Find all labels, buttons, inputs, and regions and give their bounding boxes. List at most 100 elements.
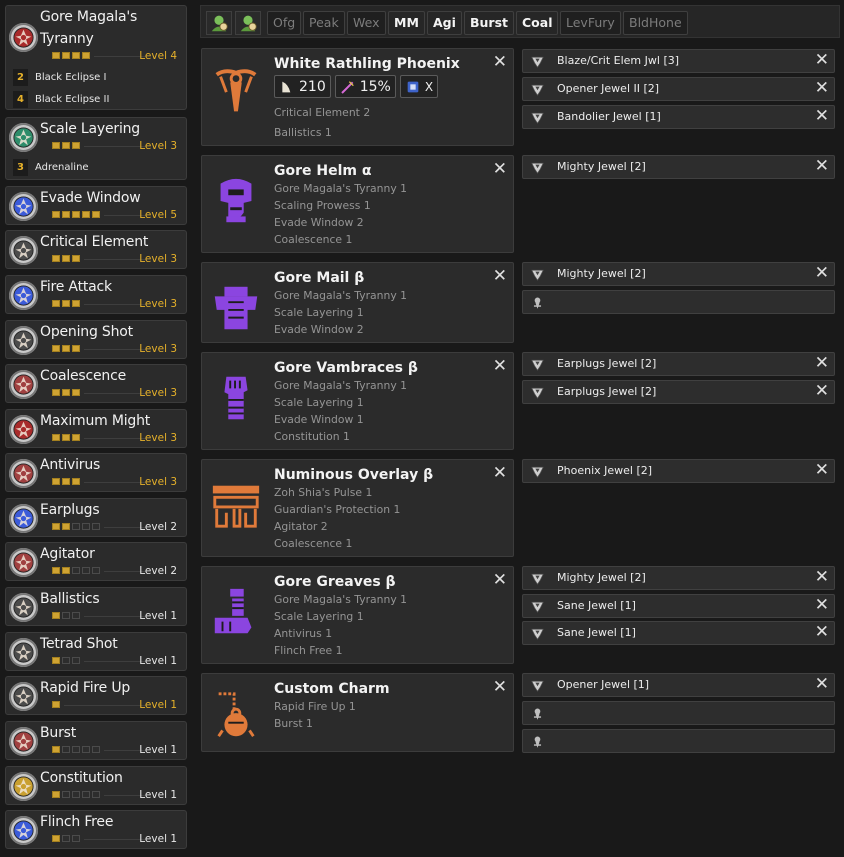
pip-filled (92, 211, 100, 218)
opening-shot-icon (9, 326, 38, 355)
decoration-slot[interactable]: Blaze/Crit Elem Jwl [3] ✕ (522, 49, 835, 73)
equipment-card-gore-vambraces[interactable]: Gore Vambraces β ✕ Gore Magala's Tyranny 1… (201, 352, 514, 450)
decoration-slot[interactable]: Sane Jewel [1] ✕ (522, 621, 835, 645)
skill-card-antivirus[interactable]: Antivirus Level 3 (5, 453, 187, 492)
decoration-slot[interactable]: Opener Jewel II [2] ✕ (522, 77, 835, 101)
defense-bonus-stat: X (399, 75, 439, 98)
remove-decoration-button[interactable]: ✕ (815, 50, 829, 70)
remove-decoration-button[interactable]: ✕ (815, 156, 829, 176)
equipment-skill: Gore Magala's Tyranny 1 (274, 182, 408, 195)
skill-level-label: Level 1 (139, 655, 177, 667)
skill-level-pips (52, 567, 100, 574)
equipment-card-gore-greaves[interactable]: Gore Greaves β ✕ Gore Magala's Tyranny 1 Sc… (201, 566, 514, 664)
decoration-slot[interactable]: Earplugs Jewel [2] ✕ (522, 352, 835, 376)
skill-level-label: Level 3 (139, 253, 177, 265)
jewel-slot-icon (529, 625, 546, 642)
empty-decoration-slot[interactable] (522, 290, 835, 314)
remove-decoration-button[interactable]: ✕ (815, 595, 829, 615)
remove-decoration-button[interactable]: ✕ (815, 78, 829, 98)
remove-equipment-button[interactable]: ✕ (493, 159, 507, 179)
filter-chip-mm[interactable]: MM (388, 11, 425, 35)
remove-decoration-button[interactable]: ✕ (815, 263, 829, 283)
decoration-slot[interactable]: Mighty Jewel [2] ✕ (522, 155, 835, 179)
remove-decoration-button[interactable]: ✕ (815, 353, 829, 373)
skill-card-critical-element[interactable]: Critical Element Level 3 (5, 230, 187, 269)
remove-decoration-button[interactable]: ✕ (815, 567, 829, 587)
remove-decoration-button[interactable]: ✕ (815, 381, 829, 401)
filter-chip-bldhone[interactable]: BldHone (623, 11, 688, 35)
decoration-slot[interactable]: Phoenix Jewel [2] ✕ (522, 459, 835, 483)
equipment-skill: Coalescence 1 (274, 537, 353, 550)
remove-equipment-button[interactable]: ✕ (493, 356, 507, 376)
tetrad-shot-icon (9, 638, 38, 667)
filter-chip-levfury[interactable]: LevFury (560, 11, 621, 35)
pip-empty (72, 791, 80, 798)
skill-card-constitution[interactable]: Constitution Level 1 (5, 766, 187, 805)
equipment-card-custom-charm[interactable]: Custom Charm ✕ Rapid Fire Up 1 Burst 1 (201, 673, 514, 752)
filter-chip-coal[interactable]: Coal (516, 11, 559, 35)
decoration-slot[interactable]: Mighty Jewel [2] ✕ (522, 566, 835, 590)
decoration-slot[interactable]: Opener Jewel [1] ✕ (522, 673, 835, 697)
level-divider (84, 304, 147, 305)
pip-empty (92, 567, 100, 574)
remove-equipment-button[interactable]: ✕ (493, 463, 507, 483)
evade-icon (9, 192, 38, 221)
defense-bonus-value: X (424, 79, 434, 94)
skill-card-flinch-free[interactable]: Flinch Free Level 1 (5, 810, 187, 849)
equipment-card-numinous-overlay[interactable]: Numinous Overlay β ✕ Zoh Shia's Pulse 1 Gua… (201, 459, 514, 557)
decoration-slot[interactable]: Earplugs Jewel [2] ✕ (522, 380, 835, 404)
skill-card-ballistics[interactable]: Ballistics Level 1 (5, 587, 187, 626)
skill-level-label: Level 2 (139, 521, 177, 533)
remove-decoration-button[interactable]: ✕ (815, 674, 829, 694)
skill-level-label: Level 1 (139, 699, 177, 711)
skill-card-fire-attack[interactable]: Fire Attack Level 3 (5, 275, 187, 314)
constitution-icon (9, 772, 38, 801)
decoration-name: Mighty Jewel [2] (557, 267, 646, 280)
skill-level-label: Level 4 (139, 50, 177, 62)
filter-chip-peak[interactable]: Peak (303, 11, 345, 35)
equipment-skill: Scaling Prowess 1 (274, 199, 371, 212)
filter-chip-ofg[interactable]: Ofg (267, 11, 302, 35)
skill-card-scale-layering[interactable]: Scale Layering Level 3 3 Adrenaline (5, 117, 187, 180)
decoration-slot[interactable]: Bandolier Jewel [1] ✕ (522, 105, 835, 129)
flinch-free-icon (9, 816, 38, 845)
skill-level-pips (52, 142, 80, 149)
hunter-green-icon[interactable] (206, 11, 232, 35)
skill-level-pips (52, 612, 80, 619)
remove-decoration-button[interactable]: ✕ (815, 460, 829, 480)
skill-level-pips (52, 701, 60, 708)
skill-card-maximum-might[interactable]: Maximum Might Level 3 (5, 409, 187, 448)
skill-card-agitator[interactable]: Agitator Level 2 (5, 542, 187, 581)
skill-card-earplugs[interactable]: Earplugs Level 2 (5, 498, 187, 537)
decoration-slot[interactable]: Sane Jewel [1] ✕ (522, 594, 835, 618)
decoration-slot[interactable]: Mighty Jewel [2] ✕ (522, 262, 835, 286)
filter-chip-wex[interactable]: Wex (347, 11, 386, 35)
skill-card-rapid-fire-up[interactable]: Rapid Fire Up Level 1 (5, 676, 187, 715)
skill-card-gore-magala-s-tyranny[interactable]: Gore Magala's Tyranny Level 4 2 Black Eclip… (5, 5, 187, 110)
skill-card-coalescence[interactable]: Coalescence Level 3 (5, 364, 187, 403)
skill-card-evade-window[interactable]: Evade Window Level 5 (5, 186, 187, 225)
equipment-card-gore-helm[interactable]: Gore Helm α ✕ Gore Magala's Tyranny 1 Scali… (201, 155, 514, 253)
skill-card-opening-shot[interactable]: Opening Shot Level 3 (5, 320, 187, 359)
remove-equipment-button[interactable]: ✕ (493, 570, 507, 590)
empty-decoration-slot[interactable] (522, 701, 835, 725)
remove-decoration-button[interactable]: ✕ (815, 622, 829, 642)
arms-icon (204, 357, 267, 439)
filter-chip-agi[interactable]: Agi (427, 11, 462, 35)
agitator-icon (9, 548, 38, 577)
remove-equipment-button[interactable]: ✕ (493, 266, 507, 286)
skill-card-tetrad-shot[interactable]: Tetrad Shot Level 1 (5, 632, 187, 671)
remove-decoration-button[interactable]: ✕ (815, 106, 829, 126)
remove-equipment-button[interactable]: ✕ (493, 677, 507, 697)
equipment-skill: Evade Window 1 (274, 413, 364, 426)
equipment-card-gore-mail[interactable]: Gore Mail β ✕ Gore Magala's Tyranny 1 Scale… (201, 262, 514, 343)
skill-level-label: Level 1 (139, 833, 177, 845)
remove-equipment-button[interactable]: ✕ (493, 52, 507, 72)
palico-green-icon[interactable] (235, 11, 261, 35)
empty-decoration-slot[interactable] (522, 729, 835, 753)
filter-chip-burst[interactable]: Burst (464, 11, 515, 35)
equipment-card-white-rathling-phoenix[interactable]: White Rathling Phoenix ✕ 210 15% X Critical E… (201, 48, 514, 146)
set-bonus-label: Black Eclipse II (35, 94, 110, 105)
set-bonus-count: 4 (13, 91, 28, 108)
skill-card-burst[interactable]: Burst Level 1 (5, 721, 187, 760)
